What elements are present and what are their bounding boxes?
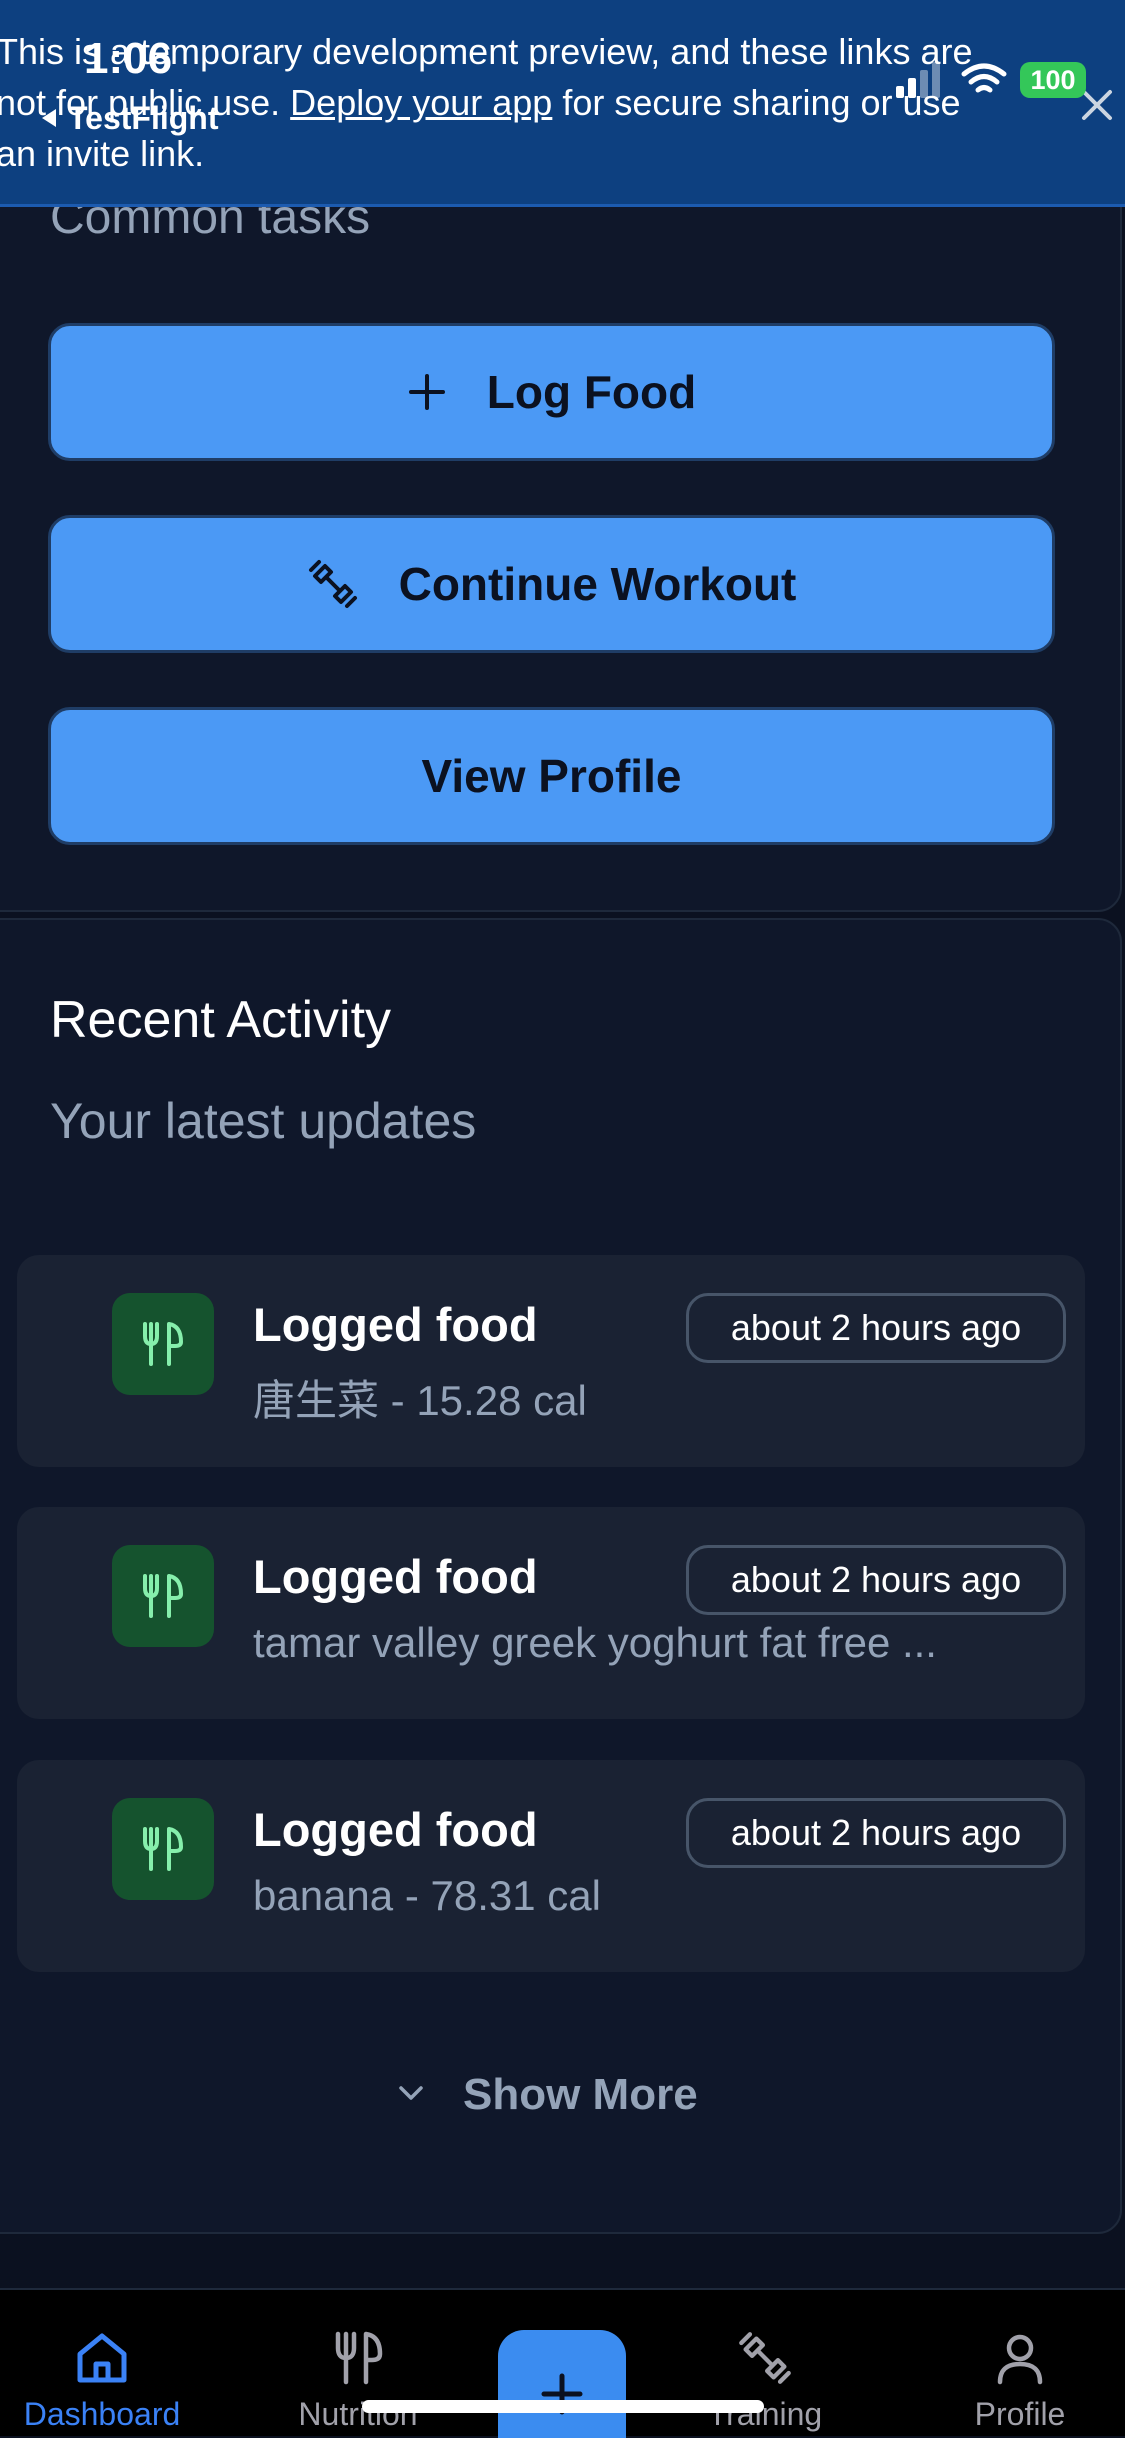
activity-item[interactable]: Logged food banana - 78.31 cal about 2 h… (17, 1760, 1085, 1972)
tab-profile-label: Profile (974, 2396, 1066, 2432)
log-food-button[interactable]: Log Food (48, 323, 1055, 461)
activity-description: tamar valley greek yoghurt fat free ... (253, 1619, 937, 1666)
battery-indicator: 100 (1020, 62, 1086, 98)
activity-time-badge: about 2 hours ago (686, 1798, 1066, 1868)
home-icon (2, 2330, 202, 2386)
signal-icon (894, 62, 944, 103)
plus-icon (407, 372, 447, 412)
testflight-back-link[interactable]: TestFlight (38, 100, 219, 137)
activity-time-badge: about 2 hours ago (686, 1293, 1066, 1363)
activity-title: Logged food (253, 1298, 538, 1351)
activity-time-badge: about 2 hours ago (686, 1545, 1066, 1615)
add-button[interactable] (498, 2330, 626, 2438)
plus-icon (540, 2372, 584, 2421)
back-arrow-icon (38, 100, 58, 137)
log-food-label: Log Food (486, 366, 697, 418)
bottom-tab-bar: Dashboard Nutrition Training Profile (0, 2288, 1125, 2438)
activity-title: Logged food (253, 1803, 538, 1856)
utensils-icon (112, 1798, 214, 1900)
tab-nutrition[interactable]: Nutrition (258, 2330, 458, 2438)
continue-workout-label: Continue Workout (398, 558, 797, 610)
chevron-down-icon (395, 2070, 427, 2120)
home-indicator (362, 2400, 764, 2413)
utensils-icon (258, 2330, 458, 2386)
back-label: TestFlight (68, 100, 219, 136)
activity-description: banana - 78.31 cal (253, 1872, 601, 1919)
tab-profile[interactable]: Profile (920, 2330, 1120, 2438)
deploy-app-link[interactable]: Deploy your app (290, 82, 552, 123)
activity-description: 唐生菜 - 15.28 cal (253, 1377, 587, 1424)
activity-item[interactable]: Logged food 唐生菜 - 15.28 cal about 2 hour… (17, 1255, 1085, 1467)
utensils-icon (112, 1545, 214, 1647)
recent-activity-title: Recent Activity (50, 991, 392, 1049)
show-more-label: Show More (463, 2070, 698, 2119)
tab-dashboard[interactable]: Dashboard (2, 2330, 202, 2438)
show-more-button[interactable]: Show More (395, 2060, 698, 2130)
dumbbell-icon (665, 2330, 865, 2386)
wifi-icon (960, 62, 1008, 103)
status-time: 1:06 (84, 34, 173, 83)
continue-workout-button[interactable]: Continue Workout (48, 515, 1055, 653)
tab-dashboard-label: Dashboard (23, 2396, 181, 2432)
activity-item[interactable]: Logged food tamar valley greek yoghurt f… (17, 1507, 1085, 1719)
view-profile-label: View Profile (421, 750, 682, 802)
view-profile-button[interactable]: View Profile (48, 707, 1055, 845)
activity-title: Logged food (253, 1550, 538, 1603)
tab-training[interactable]: Training (665, 2330, 865, 2438)
user-icon (920, 2330, 1120, 2386)
dumbbell-icon (307, 558, 359, 610)
utensils-icon (112, 1293, 214, 1395)
recent-activity-subtitle: Your latest updates (50, 1093, 477, 1149)
